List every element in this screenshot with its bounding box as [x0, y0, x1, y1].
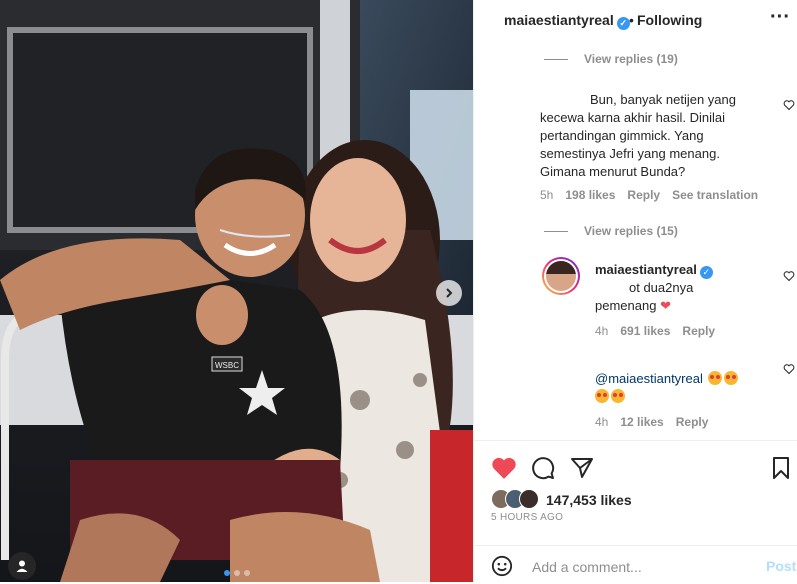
view-replies-button[interactable]: View replies (19) [544, 52, 678, 66]
comment-meta: 5h 198 likes Reply See translation [540, 188, 758, 202]
likers-avatars[interactable] [491, 489, 543, 509]
reply-meta: 4h 12 likes Reply [595, 415, 708, 429]
comment-line: semestinya Jefri yang menang. [540, 146, 720, 161]
comment-text: Bun, banyak netijen yang kecewa karna ak… [540, 91, 780, 181]
reply-line-text: pemenang [595, 298, 657, 313]
heart-eyes-emoji-icon [595, 389, 609, 403]
post-side-panel: maiaestiantyreal ✓ • Following ··· View r… [473, 0, 797, 582]
reply-line-2: pemenang ❤ [595, 297, 775, 315]
reply-time[interactable]: 4h [595, 415, 608, 429]
comment-likes[interactable]: 198 likes [565, 188, 615, 202]
tagged-users-button[interactable] [8, 552, 36, 580]
avatar[interactable] [542, 257, 580, 295]
post-header: maiaestiantyreal ✓ • Following ··· [474, 0, 797, 40]
post-photo[interactable]: WSBC [0, 0, 473, 582]
chevron-right-icon [446, 288, 453, 298]
bookmark-icon[interactable] [772, 456, 790, 480]
heart-icon[interactable] [491, 456, 517, 480]
like-comment-icon[interactable] [783, 99, 795, 111]
view-replies-button[interactable]: View replies (15) [544, 224, 678, 238]
reply-button[interactable]: Reply [682, 324, 715, 338]
carousel-dot [243, 570, 250, 576]
reply-meta: 4h 691 likes Reply [595, 324, 715, 338]
like-comment-icon[interactable] [783, 363, 795, 375]
next-photo-button[interactable] [436, 280, 462, 306]
add-comment-bar: Post [474, 545, 797, 584]
emoji-icon[interactable] [491, 555, 513, 577]
comment-time[interactable]: 5h [540, 188, 553, 202]
comment-line: Gimana menurut Bunda? [540, 164, 686, 179]
heart-eyes-emoji-icon [611, 389, 625, 403]
carousel-indicators [0, 570, 473, 576]
post-timestamp[interactable]: 5 HOURS AGO [491, 512, 563, 523]
verified-icon: ✓ [699, 265, 713, 279]
reply-mention[interactable]: @maiaestiantyreal [595, 371, 703, 386]
reply-time[interactable]: 4h [595, 324, 608, 338]
jersey-text: WSBC [215, 361, 239, 370]
reply-line: ot dua2nya [629, 280, 694, 295]
red-heart-icon: ❤ [660, 298, 671, 313]
person-icon [16, 560, 28, 572]
reply-button[interactable]: Reply [627, 188, 660, 202]
reply-likes[interactable]: 12 likes [620, 415, 663, 429]
replies-line [544, 58, 568, 60]
header-separator: • [629, 12, 634, 28]
reply-username[interactable]: maiaestiantyreal [595, 262, 697, 277]
reply-text: maiaestiantyreal ✓ ot dua2nya pemenang ❤ [595, 261, 775, 315]
like-comment-icon[interactable] [783, 270, 795, 282]
post-actions: 147,453 likes 5 HOURS AGO Post [474, 440, 797, 583]
more-options-icon[interactable]: ··· [770, 6, 790, 29]
likes-count[interactable]: 147,453 likes [546, 492, 632, 508]
comment-icon[interactable] [531, 456, 555, 480]
view-replies-label[interactable]: View replies (19) [584, 52, 678, 66]
reply-button[interactable]: Reply [676, 415, 709, 429]
comment-line: pertandingan gimmick. Yang [540, 128, 704, 143]
share-icon[interactable] [570, 457, 594, 479]
avatar [519, 489, 539, 509]
post-username-text[interactable]: maiaestiantyreal [504, 12, 614, 28]
heart-eyes-emoji-icon [708, 371, 723, 385]
photo-illustration: WSBC [0, 0, 473, 582]
comments-list[interactable]: View replies (19) Bun, banyak netijen ya… [474, 41, 797, 439]
verified-icon: ✓ [616, 17, 630, 30]
post-username[interactable]: maiaestiantyreal ✓ [504, 12, 630, 30]
reply-text: @maiaestiantyreal [595, 370, 775, 406]
reply-likes[interactable]: 691 likes [620, 324, 670, 338]
see-translation-button[interactable]: See translation [672, 188, 758, 202]
heart-eyes-emoji-icon [724, 371, 739, 385]
comment-line: Bun, banyak netijen yang [590, 92, 736, 107]
post-comment-button[interactable]: Post [766, 558, 796, 574]
replies-line [544, 230, 568, 232]
following-button[interactable]: Following [637, 12, 702, 28]
comment-line: kecewa karna akhir hasil. Dinilai [540, 110, 725, 125]
carousel-dot [223, 570, 230, 576]
view-replies-label[interactable]: View replies (15) [584, 224, 678, 238]
carousel-dot [233, 570, 240, 576]
comment-input[interactable] [530, 556, 754, 578]
